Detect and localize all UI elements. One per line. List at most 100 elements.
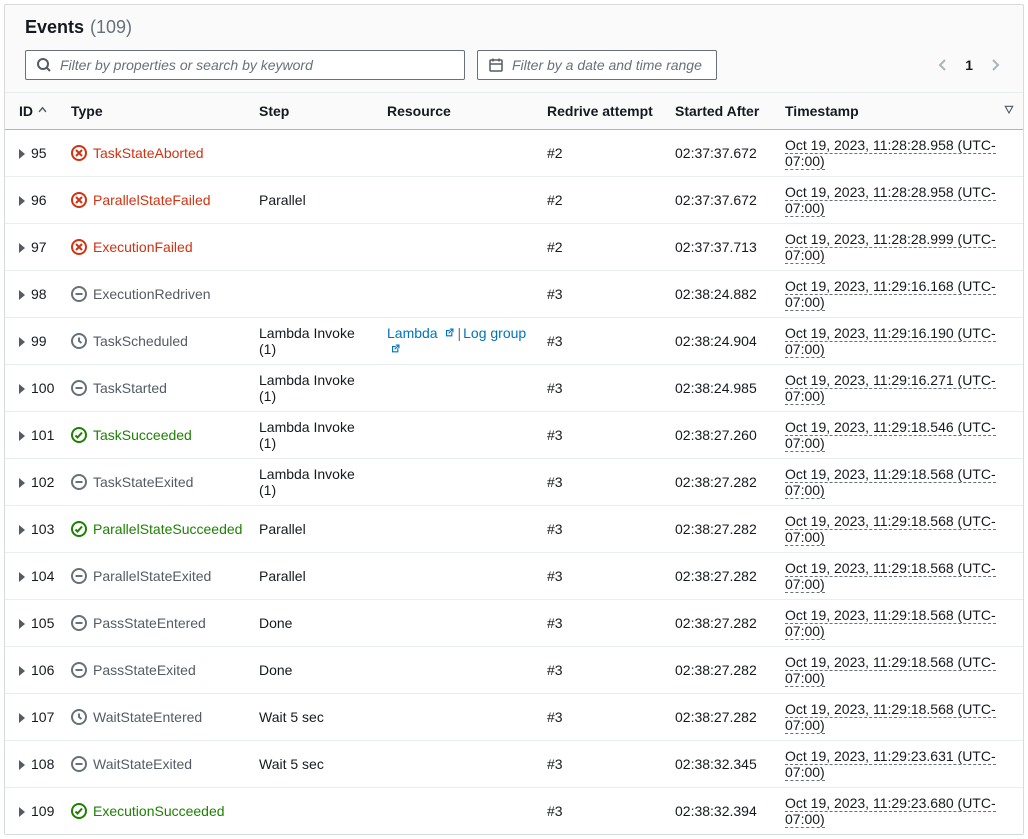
timestamp-link[interactable]: Oct 19, 2023, 11:29:18.568 (UTC-07:00)	[785, 513, 996, 546]
expand-toggle[interactable]	[19, 807, 25, 817]
row-id: 102	[31, 474, 54, 490]
timestamp-link[interactable]: Oct 19, 2023, 11:28:28.999 (UTC-07:00)	[785, 231, 996, 264]
started-cell: 02:38:27.282	[667, 600, 777, 647]
table-row: 106PassStateExitedDone#302:38:27.282Oct …	[5, 647, 1023, 694]
col-redrive-header[interactable]: Redrive attempt	[539, 93, 667, 130]
expand-toggle[interactable]	[19, 243, 25, 253]
status-neutral-icon	[71, 615, 87, 631]
event-type[interactable]: TaskStateAborted	[93, 145, 204, 161]
started-cell: 02:38:27.260	[667, 412, 777, 459]
status-clock-icon	[71, 709, 87, 725]
row-id: 97	[31, 239, 47, 255]
redrive-cell: #3	[539, 553, 667, 600]
panel-header: Events (109)	[5, 5, 1023, 42]
step-cell: Parallel	[251, 553, 379, 600]
resource-cell	[379, 741, 539, 788]
col-step-header[interactable]: Step	[251, 93, 379, 130]
filter-keyword-input[interactable]: Filter by properties or search by keywor…	[25, 50, 465, 80]
page-next-button[interactable]	[987, 57, 1003, 73]
event-type[interactable]: ExecutionRedriven	[93, 286, 211, 302]
row-id: 95	[31, 145, 47, 161]
timestamp-link[interactable]: Oct 19, 2023, 11:29:16.271 (UTC-07:00)	[785, 372, 996, 405]
resource-cell: Lambda |Log group	[379, 318, 539, 365]
expand-toggle[interactable]	[19, 290, 25, 300]
col-started-header[interactable]: Started After	[667, 93, 777, 130]
event-type[interactable]: TaskStarted	[93, 380, 167, 396]
event-type[interactable]: TaskStateExited	[93, 474, 193, 490]
timestamp-link[interactable]: Oct 19, 2023, 11:29:18.568 (UTC-07:00)	[785, 654, 996, 687]
event-type[interactable]: WaitStateEntered	[93, 709, 202, 725]
started-cell: 02:38:27.282	[667, 647, 777, 694]
calendar-icon	[488, 57, 504, 73]
step-cell: Wait 5 sec	[251, 741, 379, 788]
row-id: 106	[31, 662, 54, 678]
timestamp-link[interactable]: Oct 19, 2023, 11:29:18.568 (UTC-07:00)	[785, 466, 996, 499]
row-id: 100	[31, 380, 54, 396]
expand-toggle[interactable]	[19, 666, 25, 676]
row-id: 109	[31, 803, 54, 819]
row-id: 101	[31, 427, 54, 443]
expand-toggle[interactable]	[19, 478, 25, 488]
status-neutral-icon	[71, 380, 87, 396]
timestamp-link[interactable]: Oct 19, 2023, 11:29:16.168 (UTC-07:00)	[785, 278, 996, 311]
event-type[interactable]: TaskSucceeded	[93, 427, 192, 443]
status-clock-icon	[71, 333, 87, 349]
expand-toggle[interactable]	[19, 572, 25, 582]
timestamp-link[interactable]: Oct 19, 2023, 11:29:18.568 (UTC-07:00)	[785, 607, 996, 640]
timestamp-link[interactable]: Oct 19, 2023, 11:28:28.958 (UTC-07:00)	[785, 137, 996, 170]
filter-date-input[interactable]: Filter by a date and time range	[477, 50, 717, 80]
events-panel: Events (109) Filter by properties or sea…	[4, 4, 1024, 835]
col-type-header[interactable]: Type	[63, 93, 251, 130]
expand-toggle[interactable]	[19, 525, 25, 535]
col-id-header[interactable]: ID	[5, 93, 63, 130]
status-neutral-icon	[71, 474, 87, 490]
table-row: 104ParallelStateExitedParallel#302:38:27…	[5, 553, 1023, 600]
resource-cell	[379, 271, 539, 318]
timestamp-link[interactable]: Oct 19, 2023, 11:29:18.546 (UTC-07:00)	[785, 419, 996, 452]
timestamp-link[interactable]: Oct 19, 2023, 11:29:16.190 (UTC-07:00)	[785, 325, 996, 358]
event-type[interactable]: ExecutionSucceeded	[93, 803, 225, 819]
table-row: 107WaitStateEnteredWait 5 sec#302:38:27.…	[5, 694, 1023, 741]
expand-toggle[interactable]	[19, 713, 25, 723]
event-type[interactable]: PassStateEntered	[93, 615, 206, 631]
event-type[interactable]: ParallelStateFailed	[93, 192, 211, 208]
expand-toggle[interactable]	[19, 431, 25, 441]
external-link-icon	[443, 327, 455, 339]
resource-cell	[379, 788, 539, 835]
event-type[interactable]: ExecutionFailed	[93, 239, 193, 255]
expand-toggle[interactable]	[19, 384, 25, 394]
timestamp-link[interactable]: Oct 19, 2023, 11:29:23.631 (UTC-07:00)	[785, 748, 996, 781]
col-resource-header[interactable]: Resource	[379, 93, 539, 130]
redrive-cell: #3	[539, 788, 667, 835]
table-row: 103ParallelStateSucceededParallel#302:38…	[5, 506, 1023, 553]
expand-toggle[interactable]	[19, 196, 25, 206]
lambda-link[interactable]: Lambda	[387, 325, 455, 341]
redrive-cell: #3	[539, 271, 667, 318]
resource-cell	[379, 459, 539, 506]
expand-toggle[interactable]	[19, 619, 25, 629]
step-cell: Done	[251, 647, 379, 694]
redrive-cell: #3	[539, 694, 667, 741]
redrive-cell: #2	[539, 177, 667, 224]
event-type[interactable]: PassStateExited	[93, 662, 196, 678]
expand-toggle[interactable]	[19, 337, 25, 347]
timestamp-link[interactable]: Oct 19, 2023, 11:29:18.568 (UTC-07:00)	[785, 560, 996, 593]
redrive-cell: #3	[539, 459, 667, 506]
step-cell: Wait 5 sec	[251, 694, 379, 741]
resource-cell	[379, 694, 539, 741]
expand-toggle[interactable]	[19, 760, 25, 770]
timestamp-link[interactable]: Oct 19, 2023, 11:29:23.680 (UTC-07:00)	[785, 795, 996, 828]
resource-cell	[379, 506, 539, 553]
expand-toggle[interactable]	[19, 149, 25, 159]
page-prev-button[interactable]	[935, 57, 951, 73]
page-number: 1	[965, 57, 973, 73]
event-type[interactable]: WaitStateExited	[93, 756, 192, 772]
col-timestamp-header[interactable]: Timestamp	[777, 93, 1023, 130]
timestamp-link[interactable]: Oct 19, 2023, 11:28:28.958 (UTC-07:00)	[785, 184, 996, 217]
event-type[interactable]: TaskScheduled	[93, 333, 188, 349]
status-neutral-icon	[71, 568, 87, 584]
event-type[interactable]: ParallelStateExited	[93, 568, 211, 584]
started-cell: 02:38:24.985	[667, 365, 777, 412]
timestamp-link[interactable]: Oct 19, 2023, 11:29:18.568 (UTC-07:00)	[785, 701, 996, 734]
event-type[interactable]: ParallelStateSucceeded	[93, 521, 242, 537]
